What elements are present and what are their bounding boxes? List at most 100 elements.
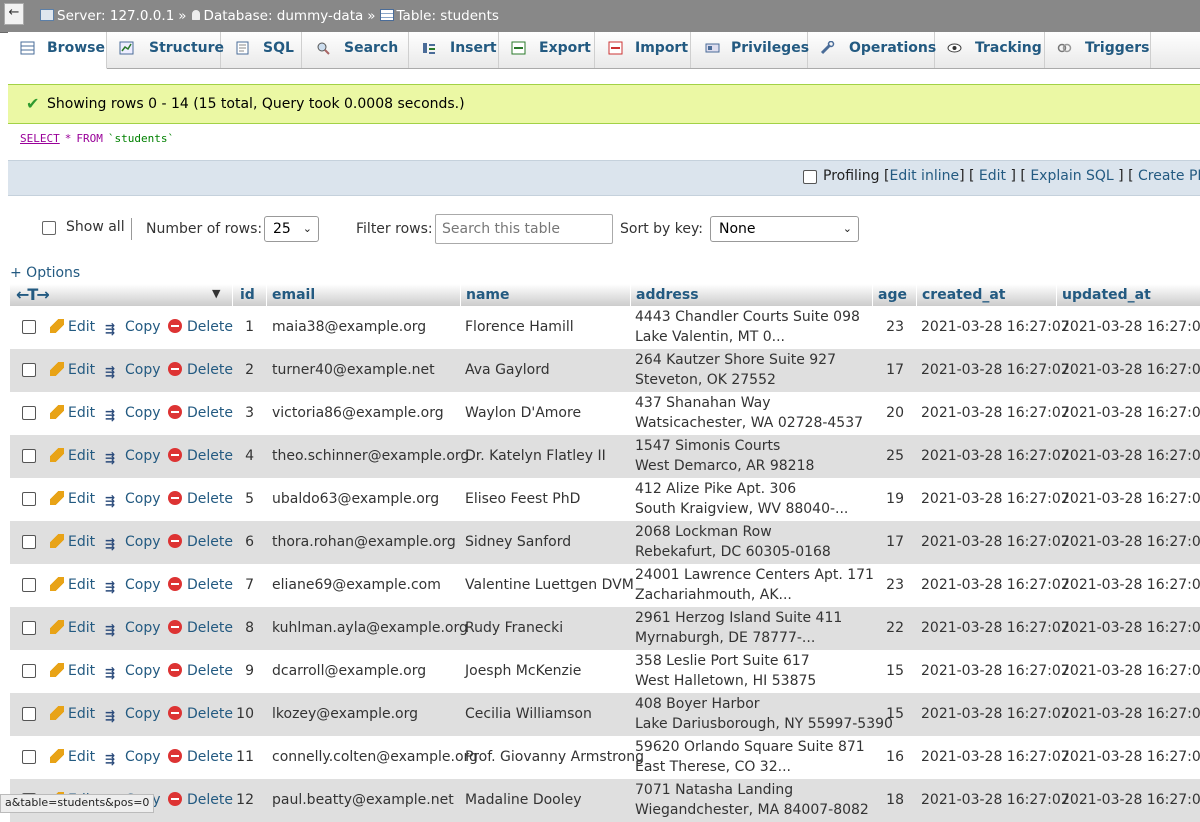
column-header-age[interactable]: age	[878, 287, 907, 303]
column-resize-arrows-icon[interactable]: ←T→	[16, 285, 50, 304]
copy-row-button[interactable]: ⇶Copy	[105, 405, 161, 422]
cell-id: 11	[236, 749, 254, 765]
copy-row-button[interactable]: ⇶Copy	[105, 706, 161, 723]
tab-search[interactable]: Search	[302, 32, 409, 68]
sort-caret-icon[interactable]: ▼	[212, 287, 220, 300]
row-checkbox[interactable]	[22, 707, 36, 721]
column-header-updated-at[interactable]: updated_at	[1062, 287, 1151, 303]
row-checkbox[interactable]	[22, 363, 36, 377]
column-header-email[interactable]: email	[272, 287, 315, 303]
edit-row-button[interactable]: Edit	[50, 362, 95, 378]
breadcrumb-server[interactable]: Server: 127.0.0.1	[57, 8, 174, 24]
row-checkbox[interactable]	[22, 492, 36, 506]
delete-row-button[interactable]: Delete	[168, 448, 233, 464]
number-of-rows-select[interactable]: 25 ⌄	[264, 216, 319, 242]
cell-email: connelly.colten@example.org	[272, 749, 478, 765]
delete-row-button[interactable]: Delete	[168, 362, 233, 378]
column-header-address[interactable]: address	[636, 287, 699, 303]
copy-row-button[interactable]: ⇶Copy	[105, 319, 161, 336]
row-checkbox[interactable]	[22, 750, 36, 764]
tab-triggers[interactable]: Triggers	[1045, 32, 1151, 68]
delete-row-button[interactable]: Delete	[168, 792, 233, 808]
breadcrumb-database[interactable]: Database: dummy-data	[204, 8, 364, 24]
copy-row-button[interactable]: ⇶Copy	[105, 491, 161, 508]
edit-row-button[interactable]: Edit	[50, 577, 95, 593]
pencil-icon	[50, 749, 64, 763]
delete-icon	[168, 534, 182, 548]
cell-address-line1: 7071 Natasha Landing	[635, 782, 794, 798]
row-checkbox[interactable]	[22, 449, 36, 463]
tab-insert[interactable]: Insert	[409, 32, 499, 68]
sql-select-keyword[interactable]: SELECT	[20, 132, 60, 145]
cell-address-line2: West Halletown, HI 53875	[635, 673, 817, 689]
explain-sql-link[interactable]: Explain SQL	[1030, 168, 1113, 184]
tab-import[interactable]: Import	[595, 32, 691, 68]
cell-name: Rudy Franecki	[465, 620, 564, 636]
delete-row-button[interactable]: Delete	[168, 706, 233, 722]
tab-browse[interactable]: Browse	[8, 32, 107, 69]
cell-email: kuhlman.ayla@example.org	[272, 620, 468, 636]
edit-row-button[interactable]: Edit	[50, 749, 95, 765]
column-header-created-at[interactable]: created_at	[922, 287, 1006, 303]
edit-row-button[interactable]: Edit	[50, 663, 95, 679]
copy-row-button[interactable]: ⇶Copy	[105, 749, 161, 766]
pencil-icon	[50, 319, 64, 333]
edit-row-button[interactable]: Edit	[50, 491, 95, 507]
column-header-id[interactable]: id	[240, 287, 255, 303]
cell-name: Ava Gaylord	[465, 362, 550, 378]
pencil-icon	[50, 362, 64, 376]
delete-row-button[interactable]: Delete	[168, 577, 233, 593]
row-checkbox[interactable]	[22, 664, 36, 678]
row-checkbox[interactable]	[22, 406, 36, 420]
show-all-checkbox[interactable]	[42, 221, 56, 235]
row-checkbox[interactable]	[22, 578, 36, 592]
edit-row-button[interactable]: Edit	[50, 319, 95, 335]
edit-row-button[interactable]: Edit	[50, 448, 95, 464]
delete-row-button[interactable]: Delete	[168, 663, 233, 679]
tab-privileges[interactable]: Privileges	[691, 32, 809, 68]
options-link[interactable]: + Options	[10, 265, 80, 281]
edit-row-button[interactable]: Edit	[50, 534, 95, 550]
cell-updated-at: 2021-03-28 16:27:07	[1061, 577, 1200, 593]
tab-operations[interactable]: Operations	[808, 32, 936, 68]
delete-row-button[interactable]: Delete	[168, 749, 233, 765]
create-php-code-link[interactable]: Create PHP code	[1138, 168, 1200, 184]
row-checkbox[interactable]	[22, 320, 36, 334]
delete-row-button[interactable]: Delete	[168, 491, 233, 507]
edit-row-button[interactable]: Edit	[50, 620, 95, 636]
cell-age: 20	[886, 405, 904, 421]
tab-sql[interactable]: SQL	[221, 32, 302, 68]
sort-by-key-select[interactable]: None ⌄	[710, 216, 859, 242]
filter-rows-input[interactable]: Search this table	[435, 214, 613, 244]
cell-created-at: 2021-03-28 16:27:07	[921, 663, 1070, 679]
cell-id: 10	[236, 706, 254, 722]
edit-row-button[interactable]: Edit	[50, 706, 95, 722]
copy-row-button[interactable]: ⇶Copy	[105, 448, 161, 465]
profiling-checkbox[interactable]	[803, 170, 817, 184]
breadcrumb-table[interactable]: Table: students	[397, 8, 499, 24]
cell-email: dcarroll@example.org	[272, 663, 427, 679]
edit-link[interactable]: Edit	[979, 168, 1006, 184]
tab-structure[interactable]: Structure	[107, 32, 224, 68]
delete-row-button[interactable]: Delete	[168, 405, 233, 421]
cell-age: 16	[886, 749, 904, 765]
copy-row-button[interactable]: ⇶Copy	[105, 534, 161, 551]
copy-row-button[interactable]: ⇶Copy	[105, 663, 161, 680]
copy-row-button[interactable]: ⇶Copy	[105, 620, 161, 637]
delete-row-button[interactable]: Delete	[168, 620, 233, 636]
tab-export[interactable]: Export	[499, 32, 595, 68]
row-checkbox[interactable]	[22, 621, 36, 635]
edit-inline-link[interactable]: Edit inline	[890, 168, 960, 184]
tab-tracking[interactable]: Tracking	[935, 32, 1045, 68]
cell-created-at: 2021-03-28 16:27:07	[921, 362, 1070, 378]
delete-row-button[interactable]: Delete	[168, 319, 233, 335]
delete-icon	[168, 362, 182, 376]
collapse-navigation-button[interactable]: ←	[4, 3, 24, 25]
chevron-down-icon: ⌄	[302, 222, 312, 235]
row-checkbox[interactable]	[22, 535, 36, 549]
copy-row-button[interactable]: ⇶Copy	[105, 362, 161, 379]
copy-row-button[interactable]: ⇶Copy	[105, 577, 161, 594]
column-header-name[interactable]: name	[466, 287, 510, 303]
delete-row-button[interactable]: Delete	[168, 534, 233, 550]
edit-row-button[interactable]: Edit	[50, 405, 95, 421]
